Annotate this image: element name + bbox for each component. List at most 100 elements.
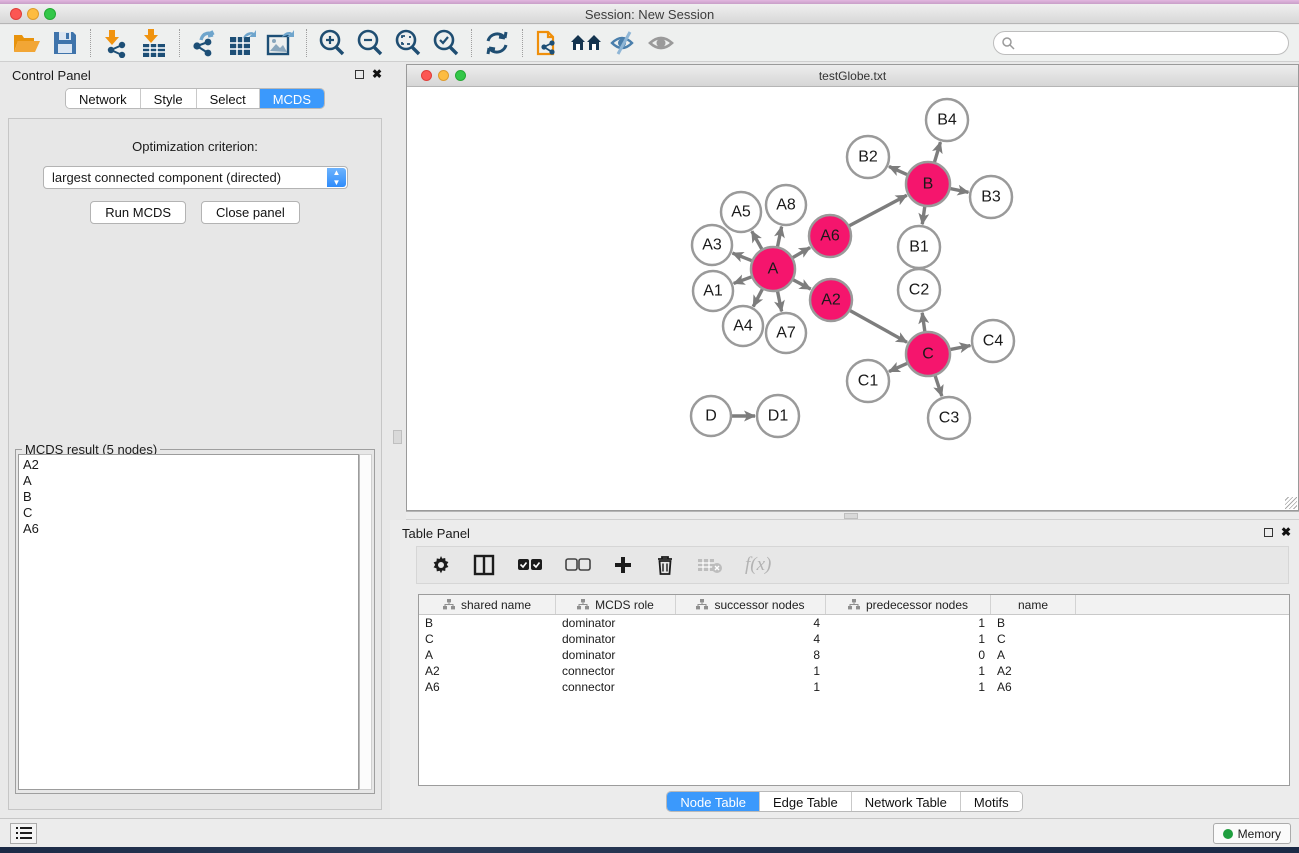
column-header-shared-name[interactable]: shared name [419, 595, 556, 614]
save-session-icon[interactable] [46, 27, 84, 59]
window-resize-grip[interactable] [1285, 497, 1297, 509]
table-row[interactable]: Cdominator41C [419, 631, 1289, 647]
tab-select[interactable]: Select [196, 89, 259, 108]
column-selector-icon[interactable] [473, 554, 495, 576]
table-row[interactable]: A6connector11A6 [419, 679, 1289, 695]
table-cell[interactable]: A [991, 647, 1076, 663]
mcds-result-item[interactable]: A [23, 473, 358, 489]
table-cell[interactable]: dominator [556, 615, 676, 631]
node-table[interactable]: shared nameMCDS rolesuccessor nodesprede… [418, 594, 1290, 786]
node-C4[interactable]: C4 [972, 320, 1014, 362]
memory-button[interactable]: Memory [1213, 823, 1291, 844]
edge-A6-B[interactable] [845, 195, 907, 228]
mcds-result-item[interactable]: A6 [23, 521, 358, 537]
node-B3[interactable]: B3 [970, 176, 1012, 218]
network-canvas[interactable]: B4B2BB3A5A8A6A3B1AA1C2A2A4A7CC4C1C3DD1 [407, 87, 1298, 510]
node-D1[interactable]: D1 [757, 395, 799, 437]
table-row[interactable]: Bdominator41B [419, 615, 1289, 631]
column-header-MCDS-role[interactable]: MCDS role [556, 595, 676, 614]
node-table-header[interactable]: shared nameMCDS rolesuccessor nodesprede… [419, 595, 1289, 615]
optimization-criterion-dropdown[interactable]: largest connected component (directed) ▲… [43, 166, 348, 189]
table-cell[interactable]: connector [556, 663, 676, 679]
node-A1[interactable]: A1 [693, 271, 733, 311]
open-session-icon[interactable] [8, 27, 46, 59]
mcds-result-item[interactable]: C [23, 505, 358, 521]
node-A2[interactable]: A2 [810, 279, 852, 321]
zoom-out-icon[interactable] [351, 27, 389, 59]
deselect-all-rows-icon[interactable] [565, 558, 591, 572]
column-header-name[interactable]: name [991, 595, 1076, 614]
export-image-icon[interactable] [262, 27, 300, 59]
node-C3[interactable]: C3 [928, 397, 970, 439]
mcds-result-item[interactable]: A2 [23, 457, 358, 473]
tab-network-table[interactable]: Network Table [851, 792, 960, 811]
table-cell[interactable]: 1 [676, 663, 826, 679]
table-cell[interactable]: 8 [676, 647, 826, 663]
export-table-icon[interactable] [224, 27, 262, 59]
node-A[interactable]: A [751, 247, 795, 291]
edge-A2-C[interactable] [846, 308, 907, 342]
node-A3[interactable]: A3 [692, 225, 732, 265]
tab-style[interactable]: Style [140, 89, 196, 108]
tab-edge-table[interactable]: Edge Table [759, 792, 851, 811]
float-table-panel-icon[interactable] [1264, 528, 1273, 537]
float-panel-icon[interactable] [355, 70, 364, 79]
export-network-icon[interactable] [186, 27, 224, 59]
new-network-icon[interactable] [529, 27, 567, 59]
horizontal-split-handle[interactable] [844, 513, 858, 519]
zoom-selected-icon[interactable] [427, 27, 465, 59]
import-network-icon[interactable] [97, 27, 135, 59]
table-cell[interactable]: 0 [826, 647, 991, 663]
table-cell[interactable]: 4 [676, 631, 826, 647]
node-C[interactable]: C [906, 332, 950, 376]
column-header-successor-nodes[interactable]: successor nodes [676, 595, 826, 614]
node-A5[interactable]: A5 [721, 192, 761, 232]
function-builder-icon[interactable]: f(x) [745, 554, 771, 576]
table-cell[interactable]: dominator [556, 647, 676, 663]
table-cell[interactable]: C [991, 631, 1076, 647]
run-mcds-button[interactable]: Run MCDS [90, 201, 186, 224]
table-cell[interactable]: 4 [676, 615, 826, 631]
table-row[interactable]: A2connector11A2 [419, 663, 1289, 679]
delete-columns-icon[interactable] [655, 554, 675, 576]
table-cell[interactable]: C [419, 631, 556, 647]
table-cell[interactable]: A [419, 647, 556, 663]
table-cell[interactable]: 1 [676, 679, 826, 695]
refresh-icon[interactable] [478, 27, 516, 59]
table-cell[interactable]: A2 [419, 663, 556, 679]
task-history-button[interactable] [10, 823, 37, 844]
node-A6[interactable]: A6 [809, 215, 851, 257]
network-window-titlebar[interactable]: testGlobe.txt [407, 65, 1298, 87]
table-cell[interactable]: connector [556, 679, 676, 695]
table-row[interactable]: Adominator80A [419, 647, 1289, 663]
mcds-result-scrollbar[interactable] [359, 454, 372, 790]
table-cell[interactable]: B [991, 615, 1076, 631]
zoom-in-icon[interactable] [313, 27, 351, 59]
node-B[interactable]: B [906, 162, 950, 206]
table-cell[interactable]: A6 [991, 679, 1076, 695]
table-cell[interactable]: 1 [826, 663, 991, 679]
table-cell[interactable]: A2 [991, 663, 1076, 679]
table-cell[interactable]: B [419, 615, 556, 631]
mcds-result-list[interactable]: A2ABCA6 [18, 454, 359, 790]
node-A8[interactable]: A8 [766, 185, 806, 225]
close-panel-icon[interactable]: ✖ [372, 69, 382, 79]
node-A7[interactable]: A7 [766, 313, 806, 353]
tab-mcds[interactable]: MCDS [259, 89, 324, 108]
table-cell[interactable]: 1 [826, 615, 991, 631]
search-field[interactable] [993, 31, 1289, 55]
import-table-icon[interactable] [135, 27, 173, 59]
hide-selected-icon[interactable] [605, 27, 643, 59]
table-options-gear-icon[interactable] [431, 555, 451, 575]
delete-table-icon[interactable] [697, 556, 723, 574]
horizontal-split-divider[interactable] [406, 511, 1299, 520]
node-C1[interactable]: C1 [847, 360, 889, 402]
tab-network[interactable]: Network [66, 89, 140, 108]
node-C2[interactable]: C2 [898, 269, 940, 311]
search-input[interactable] [1015, 35, 1288, 51]
first-neighbors-icon[interactable] [567, 27, 605, 59]
node-B4[interactable]: B4 [926, 99, 968, 141]
node-B2[interactable]: B2 [847, 136, 889, 178]
table-cell[interactable]: dominator [556, 631, 676, 647]
tab-motifs[interactable]: Motifs [960, 792, 1022, 811]
